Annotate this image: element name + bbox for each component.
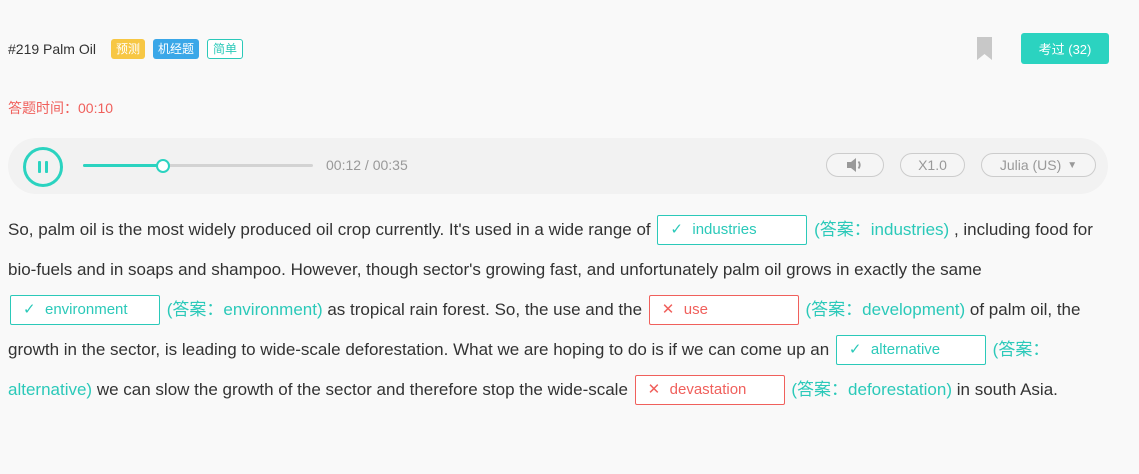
answer-key: (答案：industries)	[814, 220, 950, 239]
passage-text: we can slow the growth of the sector and…	[96, 380, 628, 399]
timer-label: 答题时间：	[8, 100, 78, 116]
passage-text: So, palm oil is the most widely produced…	[8, 220, 651, 239]
badge-predict: 预测	[110, 39, 145, 59]
bookmark-icon[interactable]	[977, 37, 992, 60]
progress-handle[interactable]	[155, 159, 170, 173]
blank-value: environment	[45, 300, 128, 318]
passage: So, palm oil is the most widely produced…	[8, 210, 1113, 410]
blank-4[interactable]: ✓ alternative	[835, 334, 986, 365]
answer-key: (答案：environment)	[166, 300, 323, 319]
progress-track[interactable]	[83, 159, 313, 173]
badge-machine-question: 机经题	[152, 39, 199, 59]
blank-5[interactable]: ✕ devastation	[634, 374, 785, 405]
passage-text: in south Asia.	[956, 380, 1058, 399]
blank-1[interactable]: ✓ industries	[657, 214, 808, 245]
check-icon: ✓	[670, 220, 683, 238]
answer-key: (答案：development)	[805, 300, 966, 319]
playback-time: 00:12 / 00:35	[326, 157, 408, 173]
question-header: #219 Palm Oil 预测 机经题 简单	[8, 36, 1109, 62]
passage-text: as tropical rain forest. So, the use and…	[327, 300, 643, 319]
check-icon: ✓	[23, 300, 36, 318]
badge-difficulty: 简单	[206, 39, 243, 59]
answer-timer: 答题时间：00:10	[8, 98, 113, 118]
voice-select[interactable]: Julia (US) ▼	[981, 153, 1096, 177]
blank-value: alternative	[870, 340, 941, 358]
answer-key: (答案：deforestation)	[791, 380, 953, 399]
volume-button[interactable]	[826, 153, 884, 177]
progress-fill	[83, 164, 162, 167]
blank-value: industries	[692, 220, 757, 238]
timer-value: 00:10	[78, 100, 114, 116]
question-title: #219 Palm Oil	[8, 41, 96, 57]
caret-down-icon: ▼	[1067, 159, 1078, 171]
cross-icon: ✕	[661, 300, 675, 318]
cross-icon: ✕	[647, 380, 661, 398]
voice-label: Julia (US)	[999, 157, 1062, 173]
audio-player: 00:12 / 00:35 X1.0 Julia (US) ▼	[8, 138, 1108, 194]
pause-icon	[45, 161, 48, 173]
check-icon: ✓	[848, 340, 862, 358]
blank-2[interactable]: ✓ environment	[10, 294, 160, 325]
pause-button[interactable]	[23, 147, 63, 187]
exam-count-button[interactable]: 考过 (32)	[1021, 33, 1109, 64]
volume-icon	[847, 158, 861, 172]
speed-button[interactable]: X1.0	[900, 153, 965, 177]
blank-3[interactable]: ✕ use	[648, 294, 799, 325]
blank-value: devastation	[669, 380, 747, 398]
blank-value: use	[683, 300, 708, 318]
pause-icon	[38, 161, 41, 173]
